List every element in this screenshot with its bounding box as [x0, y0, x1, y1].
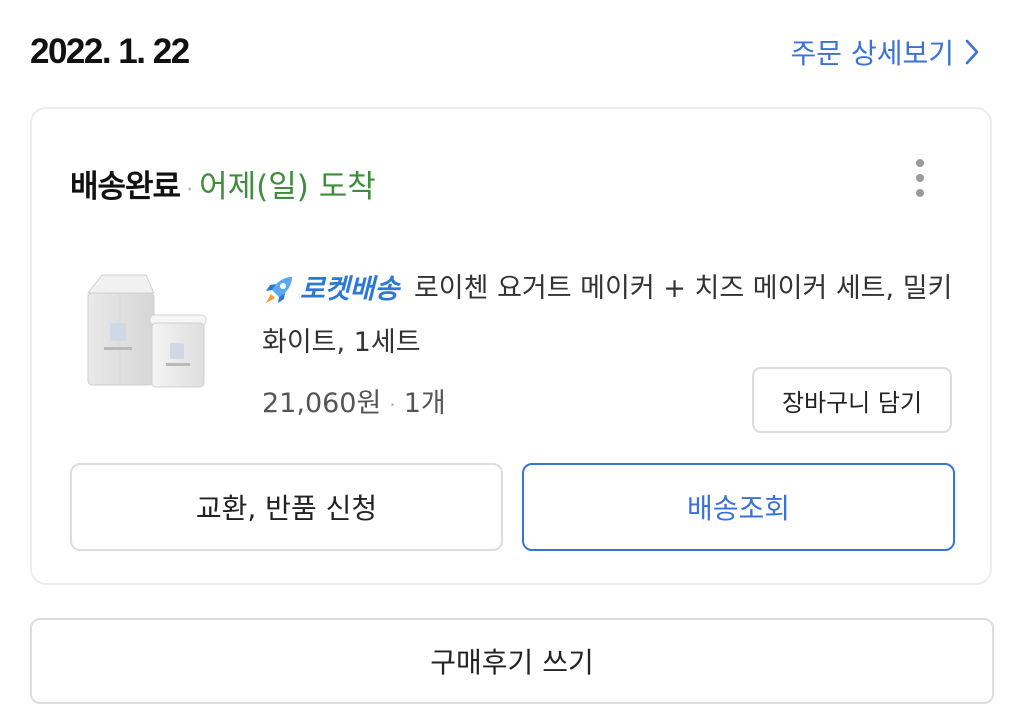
- order-detail-label: 주문 상세보기: [790, 37, 954, 70]
- order-detail-link[interactable]: 주문 상세보기: [791, 32, 980, 72]
- track-delivery-button[interactable]: 배송조회: [522, 463, 955, 551]
- order-actions: 교환, 반품 신청 배송조회: [70, 463, 956, 551]
- order-header: 2022. 1. 22 주문 상세보기: [30, 28, 990, 80]
- rocket-icon: [266, 276, 292, 303]
- product-price: 21,060원: [262, 388, 382, 419]
- add-to-cart-button[interactable]: 장바구니 담기: [752, 367, 952, 433]
- write-review-button[interactable]: 구매후기 쓰기: [30, 618, 994, 704]
- status-separator: ·: [186, 178, 194, 203]
- exchange-return-button[interactable]: 교환, 반품 신청: [70, 463, 503, 551]
- product-thumbnail[interactable]: [80, 263, 216, 399]
- order-date: 2022. 1. 22: [30, 32, 190, 71]
- price-separator: ·: [389, 393, 396, 417]
- rocket-delivery-label: 로켓배송: [300, 274, 400, 305]
- rocket-delivery-badge: 로켓배송: [262, 263, 399, 316]
- product-quantity: 1개: [403, 388, 446, 419]
- price-row: 21,060원 · 1개: [262, 381, 446, 420]
- order-card: 배송완료 · 어제(일) 도착 로켓배송 로이첸 요거트 메이커 + 치즈 메이…: [30, 107, 992, 585]
- arrival-date: 어제(일) 도착: [199, 169, 376, 205]
- delivery-status-label: 배송완료: [70, 169, 181, 205]
- more-options-icon[interactable]: [910, 159, 930, 203]
- product-title-block[interactable]: 로켓배송 로이첸 요거트 메이커 + 치즈 메이커 세트, 밀키화이트, 1세트: [262, 262, 962, 369]
- delivery-status: 배송완료 · 어제(일) 도착: [70, 161, 376, 206]
- chevron-right-icon: [965, 39, 979, 65]
- product-info: 로켓배송 로이첸 요거트 메이커 + 치즈 메이커 세트, 밀키화이트, 1세트: [262, 262, 962, 369]
